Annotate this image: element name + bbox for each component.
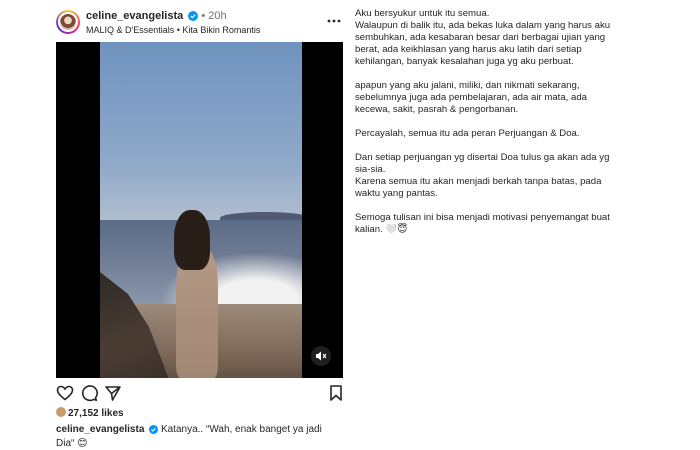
text-line: Percayalah, semua itu ada peran Perjuang… <box>355 128 580 139</box>
action-bar <box>54 384 345 402</box>
username-link[interactable]: celine_evangelista <box>86 10 183 22</box>
text-line: kehilangan, banyak kesalahan juga yg aku… <box>355 56 574 67</box>
caption-text-line2: Dia“ <box>56 438 75 449</box>
audio-link[interactable]: MALIQ & D'Essentials • Kita Bikin Romant… <box>86 25 260 35</box>
text-line: kecewa, sakit, pasrah & pengorbanan. <box>355 104 519 115</box>
paragraph: Percayalah, semua itu ada peran Perjuang… <box>355 128 655 140</box>
send-icon[interactable] <box>104 384 122 402</box>
caption-text-line1: Katanya.. “Wah, enak banget ya jadi <box>160 424 322 435</box>
text-line: Dan setiap perjuangan yg disertai Doa tu… <box>355 152 610 163</box>
heart-icon[interactable] <box>56 384 74 402</box>
post-time[interactable]: 20h <box>208 10 226 22</box>
text-line: Karena semua itu akan menjadi berkah tan… <box>355 176 602 187</box>
paragraph: Aku bersyukur untuk itu semua. Walaupun … <box>355 8 655 68</box>
avatar-photo <box>60 14 76 30</box>
paragraph: Dan setiap perjuangan yg disertai Doa tu… <box>355 152 655 200</box>
caption-username[interactable]: celine_evangelista <box>56 424 144 435</box>
video-frame <box>100 42 302 378</box>
verified-badge-icon <box>188 11 199 24</box>
text-line: Semoga tulisan ini bisa menjadi motivasi… <box>355 212 610 223</box>
text-line: Aku bersyukur untuk itu semua. <box>355 8 490 19</box>
caption-text-panel: Aku bersyukur untuk itu semua. Walaupun … <box>355 8 655 248</box>
mute-button[interactable] <box>311 346 331 366</box>
text-line: sia-sia. <box>355 164 386 175</box>
text-line: berat, ada keikhlasan yang harus aku lat… <box>355 44 582 55</box>
separator-dot: • <box>201 10 206 22</box>
caption-emoji: 😊 <box>77 438 88 449</box>
avatar[interactable] <box>56 10 80 34</box>
comment-icon[interactable] <box>80 384 98 402</box>
text-line: sembuhkan, ada kesabaran besar dari berb… <box>355 32 606 43</box>
likes-count[interactable]: 27,152 likes <box>56 407 124 419</box>
text-line: Walaupun di balik itu, ada bekas luka da… <box>355 20 611 31</box>
caption: celine_evangelista Katanya.. “Wah, enak … <box>56 424 341 450</box>
post-column: celine_evangelista • 20h MALIQ & D'Essen… <box>54 0 345 450</box>
post-header: celine_evangelista • 20h MALIQ & D'Essen… <box>54 8 345 40</box>
more-options-icon[interactable] <box>327 14 341 28</box>
paragraph: Semoga tulisan ini bisa menjadi motivasi… <box>355 212 655 236</box>
closing-emoji: 🤍😇 <box>385 224 408 235</box>
bookmark-icon[interactable] <box>327 384 345 402</box>
text-line: sebelumnya juga ada pembelajaran, ada ai… <box>355 92 588 103</box>
video-player[interactable] <box>56 42 343 378</box>
liker-avatar-icon <box>56 407 66 417</box>
text-line: waktu yang pantas. <box>355 188 438 199</box>
text-line: apapun yang aku jalani, miliki, dan nikm… <box>355 80 580 91</box>
verified-badge-icon <box>149 425 159 438</box>
paragraph: apapun yang aku jalani, miliki, dan nikm… <box>355 80 655 116</box>
username-row: celine_evangelista • 20h <box>86 10 227 24</box>
text-line: kalian. 🤍😇 <box>355 224 408 235</box>
